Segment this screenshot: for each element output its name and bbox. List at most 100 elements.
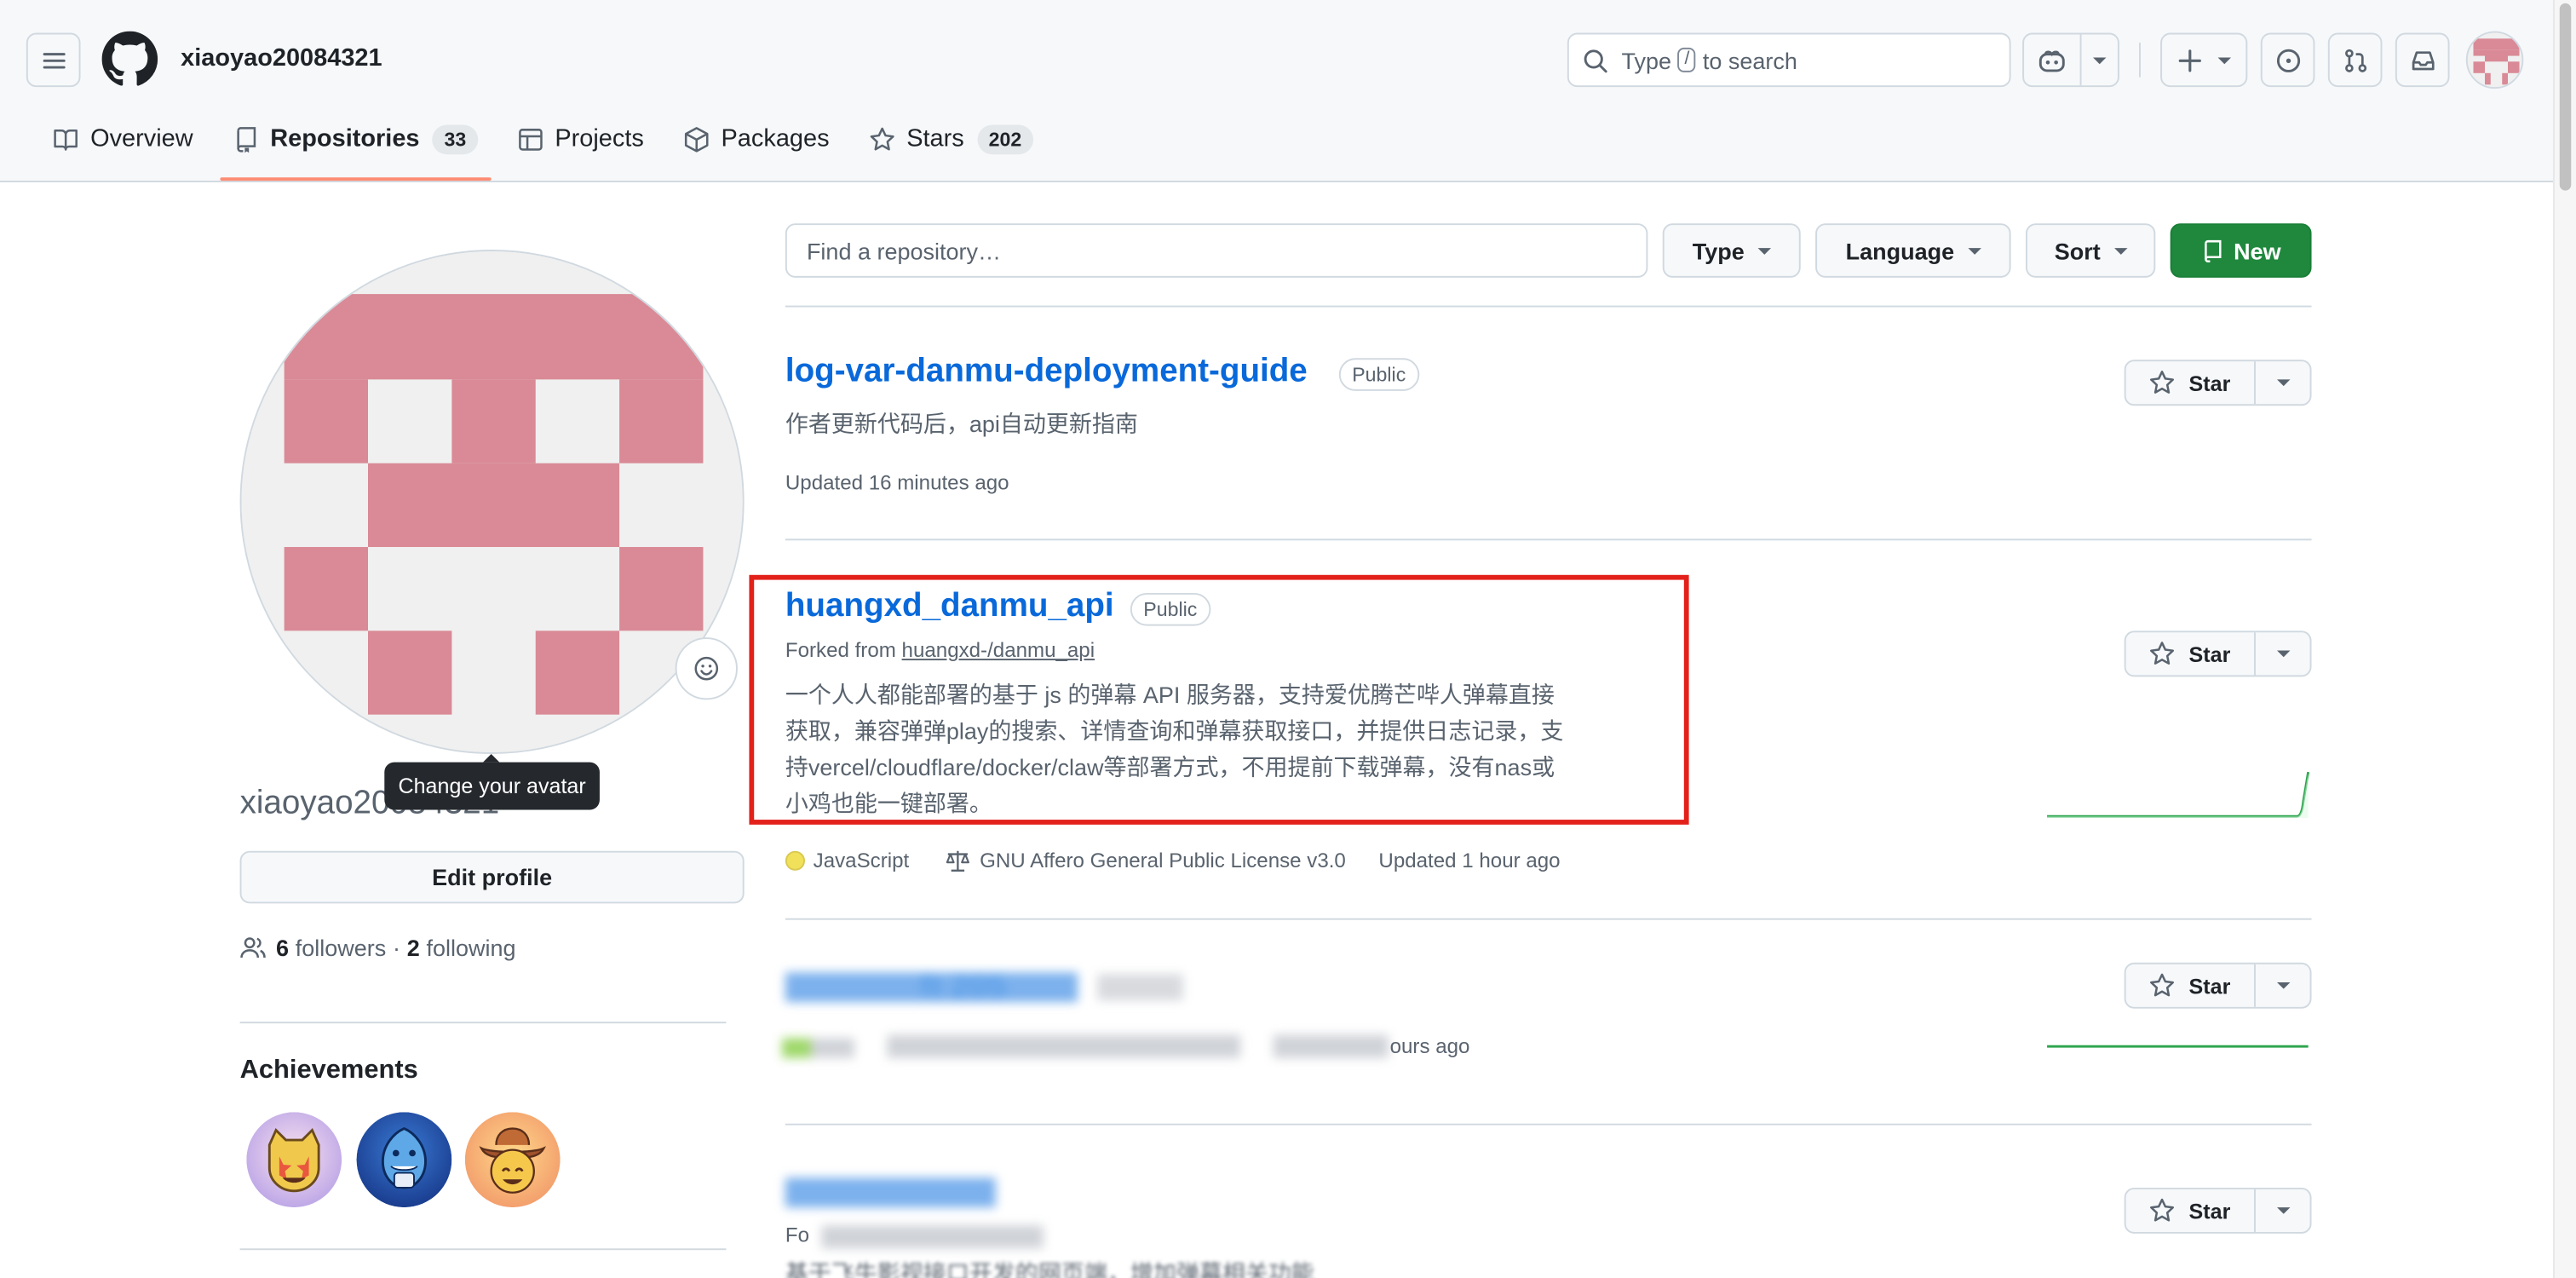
- shark-icon: [356, 1112, 452, 1208]
- tab-projects-label: Projects: [555, 124, 644, 153]
- page: xiaoyao20084321 Type / to search Overvie…: [0, 0, 2576, 1278]
- tab-stars[interactable]: Stars 202: [855, 118, 1046, 181]
- copilot-icon: [2038, 49, 2065, 72]
- star-list-dropdown[interactable]: [2256, 632, 2310, 675]
- issues-button[interactable]: [2260, 32, 2315, 88]
- search-shortcut-key: /: [1677, 47, 1697, 72]
- people-icon: [240, 937, 266, 958]
- star-list-dropdown[interactable]: [2256, 361, 2310, 404]
- scrollbar-thumb[interactable]: [2559, 3, 2572, 191]
- star-button[interactable]: Star: [2126, 1189, 2256, 1232]
- language-color-dot: [785, 850, 806, 871]
- achievement-badge-starstruck[interactable]: [246, 1112, 342, 1208]
- chevron-down-icon: [1967, 247, 1981, 254]
- star-button[interactable]: Star: [2126, 361, 2256, 405]
- blurred-language: [782, 1038, 854, 1058]
- highlight-annotation-box: [749, 574, 1689, 825]
- plus-icon: [2177, 49, 2200, 72]
- sidebar-divider: [239, 1248, 727, 1251]
- find-repository-input[interactable]: Find a repository…: [785, 223, 1648, 278]
- list-divider: [785, 538, 2312, 541]
- smiley-icon: [694, 656, 719, 681]
- achievements-title: Achievements: [239, 1056, 418, 1085]
- identicon-image: [2467, 32, 2522, 88]
- book-icon: [54, 130, 78, 151]
- git-pull-request-icon: [2344, 48, 2366, 72]
- repo-meta-row: JavaScript GNU Affero General Public Lic…: [785, 849, 1561, 872]
- inbox-icon: [2411, 50, 2434, 70]
- app-header: xiaoyao20084321 Type / to search Overvie…: [0, 0, 2554, 183]
- profile-tabs: Overview Repositories 33 Projects Packag…: [39, 118, 1059, 181]
- stars-count-badge: 202: [977, 124, 1033, 155]
- copilot-button[interactable]: [2022, 32, 2119, 88]
- list-divider: [785, 918, 2312, 920]
- table-icon: [518, 129, 543, 151]
- pull-requests-button[interactable]: [2327, 32, 2383, 88]
- star-button[interactable]: Star: [2126, 964, 2256, 1007]
- chevron-down-icon: [2217, 56, 2231, 64]
- star-button-group: Star: [2124, 360, 2312, 406]
- repositories-count-badge: 33: [432, 124, 478, 155]
- tab-repositories-label: Repositories: [270, 124, 420, 153]
- sort-label: Sort: [2054, 237, 2101, 264]
- repo-description: 作者更新代码后，api自动更新指南: [785, 411, 1138, 437]
- type-filter-button[interactable]: Type: [1662, 223, 1801, 278]
- star-icon: [2150, 1198, 2175, 1222]
- new-repository-button[interactable]: New: [2170, 223, 2312, 278]
- star-label: Star: [2188, 641, 2231, 666]
- hamburger-icon: [42, 52, 65, 68]
- menu-button[interactable]: [26, 32, 81, 88]
- sort-button[interactable]: Sort: [2025, 223, 2156, 278]
- star-button[interactable]: Star: [2126, 632, 2256, 676]
- chevron-down-icon: [2113, 247, 2127, 254]
- search-input[interactable]: Type / to search: [1567, 32, 2011, 88]
- blurred-license: [887, 1034, 1241, 1058]
- repo-icon: [2204, 239, 2221, 262]
- star-list-dropdown[interactable]: [2256, 1189, 2310, 1232]
- tab-packages[interactable]: Packages: [670, 118, 842, 181]
- followers-count[interactable]: 6: [276, 935, 289, 961]
- page-scrollbar[interactable]: [2553, 0, 2576, 1278]
- new-button-label: New: [2234, 237, 2281, 264]
- blurred-repo-name[interactable]: [785, 1177, 996, 1208]
- achievement-badge-shark[interactable]: [356, 1112, 452, 1208]
- repo-updated: Updated 1 hour ago: [1378, 849, 1561, 872]
- star-icon: [2150, 973, 2175, 997]
- header-username[interactable]: xiaoyao20084321: [181, 44, 382, 72]
- following-link[interactable]: following: [427, 935, 516, 961]
- chevron-down-icon: [2276, 379, 2290, 387]
- followers-link[interactable]: followers: [296, 935, 387, 961]
- set-status-button[interactable]: [675, 637, 738, 700]
- create-new-button[interactable]: [2160, 32, 2248, 88]
- language-filter-button[interactable]: Language: [1815, 223, 2011, 278]
- chevron-down-icon: [2093, 56, 2107, 64]
- repo-name-link[interactable]: log-var-danmu-deployment-guide: [785, 354, 1308, 391]
- repo-updated: Updated 16 minutes ago: [785, 471, 1009, 495]
- inbox-button[interactable]: [2395, 32, 2450, 88]
- star-label: Star: [2188, 370, 2231, 395]
- type-filter-label: Type: [1692, 237, 1745, 264]
- identicon-image: [241, 250, 743, 753]
- chevron-down-icon: [2276, 650, 2290, 658]
- repo-description: 基于飞牛影视接口开发的网页端，增加弹幕相关功能: [785, 1259, 1314, 1278]
- tab-projects[interactable]: Projects: [504, 118, 658, 181]
- issue-opened-icon: [2275, 48, 2300, 72]
- edit-profile-button[interactable]: Edit profile: [239, 850, 745, 904]
- search-suffix: to search: [1702, 46, 1797, 73]
- list-divider: [785, 305, 2312, 308]
- visibility-badge: Public: [1338, 358, 1419, 391]
- achievement-badge-cowboy[interactable]: [464, 1112, 561, 1208]
- profile-avatar[interactable]: [239, 250, 745, 754]
- follow-stats: 6 followers · 2 following: [240, 935, 516, 961]
- repo-license[interactable]: GNU Affero General Public License v3.0: [980, 849, 1346, 872]
- tab-overview[interactable]: Overview: [39, 118, 206, 181]
- forked-partial: Fo: [785, 1223, 810, 1247]
- github-logo-icon[interactable]: [101, 31, 158, 88]
- tab-stars-label: Stars: [906, 124, 964, 153]
- chevron-down-icon: [1757, 247, 1771, 254]
- tab-repositories[interactable]: Repositories 33: [219, 118, 492, 181]
- star-list-dropdown[interactable]: [2256, 964, 2310, 1007]
- following-count[interactable]: 2: [407, 935, 420, 961]
- user-avatar-small[interactable]: [2465, 31, 2524, 89]
- star-label: Star: [2188, 973, 2231, 999]
